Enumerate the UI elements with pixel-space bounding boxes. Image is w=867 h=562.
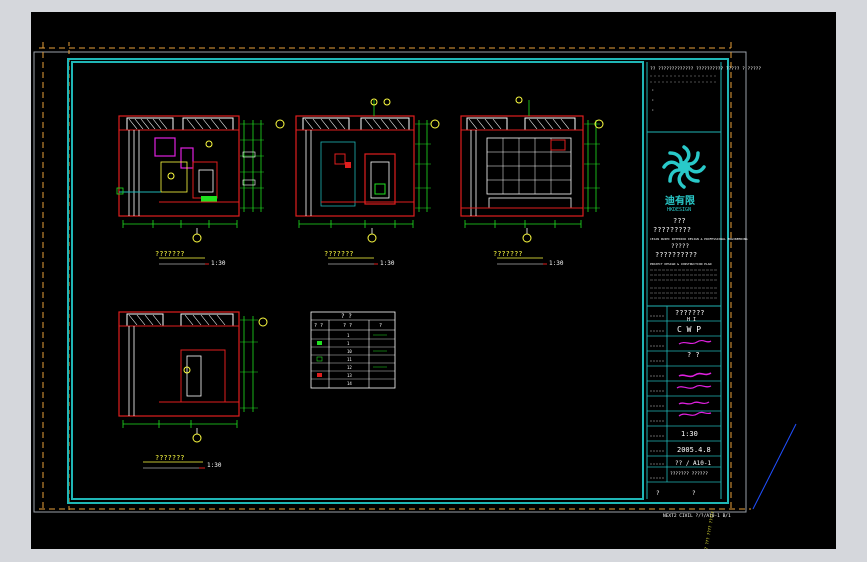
design-marks: ? ? [687,351,700,359]
logo-text: 迪有限 [665,194,696,207]
elevation-d-title: ??????? [155,454,185,462]
elevation-b-scale: 1:30 [380,260,395,267]
svg-text:·: · [651,97,655,104]
sheet-number: ?? / A10-1 [675,460,712,467]
legend-col-2: ? ? [343,323,352,329]
legend-col-3: ? [379,323,382,329]
sheet-reference: NEXT2 CIVIL ?/?/A10-1 B/1 [663,513,731,519]
title-block-remarks: ??????? ?????? [670,471,708,477]
drawing-canvas[interactable]: ??????? 1:30 ??????? 1:30 ??????? 1:30 ?… [31,12,836,549]
signature-mark [678,339,712,345]
logo-subtext: HKDESIGN [667,207,691,213]
project-name-en: PROJECT DESIGN & CONSTRUCTION PLAN [650,262,712,266]
title-block-notes: ?? ????????????? ?????????? ????? ? ????… [650,66,761,72]
elevation-d[interactable]: ??????? 1:30 [118,311,268,469]
drawing-frame [67,58,729,504]
company-name-3: ????? [671,243,689,250]
drawing-code: C W P [677,325,701,334]
svg-text:·: · [651,107,655,114]
elevation-a-scale: 1:30 [211,260,226,267]
elevation-c-scale: 1:30 [549,260,564,267]
drawing-area-border [71,61,644,500]
drawing-title: ??????? [675,309,705,317]
scale-value: 1:30 [681,430,698,438]
elevation-c-title: ??????? [493,250,523,258]
company-name-en: CEJAN RUIEI INTERIOR DESIGN & PROFESSION… [650,237,748,241]
elevation-a[interactable]: ??????? 1:30 [116,115,285,267]
legend-col-1: ? ? [314,323,323,329]
drawing-title-sub: H I [687,317,696,323]
company-name-2: ????????? [653,226,691,234]
cad-viewport[interactable]: ??????? 1:30 ??????? 1:30 ??????? 1:30 ?… [31,12,836,549]
legend-row: 10 [347,349,352,354]
diagonal-guide-line [752,423,797,510]
legend-row: 12 [347,365,352,370]
legend-header-top: ? ? [341,313,352,320]
legend-row: 11 [347,357,352,362]
elevation-a-title: ??????? [155,250,185,258]
sheet-outer-border [33,51,747,513]
legend-row: 13 [347,373,352,378]
footer-label: ? [692,490,696,497]
company-name: ??? [673,217,686,225]
legend-table[interactable]: ? ? ? ? ? ? ? 1 1 10 11 12 13 14 [310,311,396,389]
legend-row: 1 [347,341,350,346]
legend-row: 14 [347,381,352,386]
elevation-b[interactable]: ??????? 1:30 [295,98,440,267]
elevation-d-scale: 1:30 [207,462,222,469]
project-name: ?????????? [655,251,697,259]
title-block[interactable]: ? ? ????????????? ?????????? ????? ? ????… [646,62,761,499]
legend-row: 1 [347,333,350,338]
footer-label: ? [656,490,660,497]
date-value: 2005.4.8 [677,446,711,454]
elevation-b-title: ??????? [324,250,354,258]
elevation-c[interactable]: ??????? 1:30 [460,96,604,267]
company-logo-icon [662,145,706,189]
svg-text:·: · [651,87,655,94]
